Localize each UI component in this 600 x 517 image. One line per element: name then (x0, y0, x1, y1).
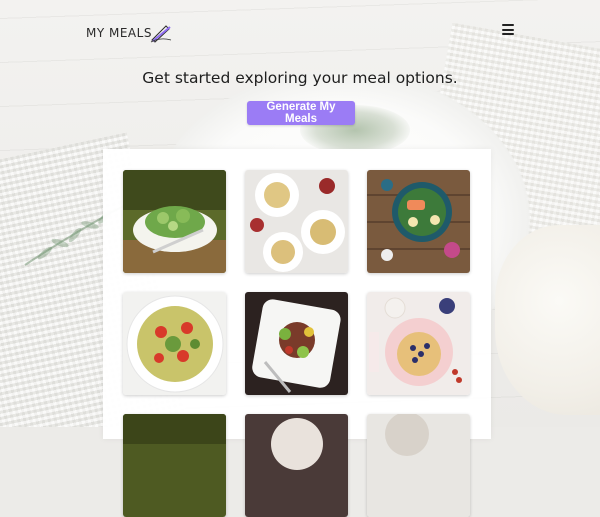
meal-image (245, 170, 348, 273)
pen-icon (150, 25, 172, 43)
meal-card-salmon-bowl[interactable] (367, 170, 470, 273)
meal-image (245, 292, 348, 395)
meal-card-7[interactable] (123, 414, 226, 517)
meal-card-bowtie-pasta[interactable] (123, 292, 226, 395)
meal-card-blueberry-pancakes[interactable] (367, 292, 470, 395)
meal-card-green-salad[interactable] (123, 170, 226, 273)
generate-meals-button[interactable]: Generate My Meals (247, 101, 355, 125)
meal-card-8[interactable] (245, 414, 348, 517)
meal-card-steak-plate[interactable] (245, 292, 348, 395)
hamburger-menu-icon[interactable] (502, 24, 514, 35)
meal-card-9[interactable] (367, 414, 470, 517)
meal-card-pasta-table[interactable] (245, 170, 348, 273)
brand-logo[interactable]: MY MEALS (86, 22, 172, 44)
page-headline: Get started exploring your meal options. (142, 69, 458, 87)
meal-image (367, 292, 470, 395)
meal-image (367, 414, 470, 517)
meal-grid (103, 149, 491, 517)
meal-image (123, 414, 226, 517)
meal-image (123, 170, 226, 273)
meal-image (245, 414, 348, 517)
meal-image (367, 170, 470, 273)
brand-name: MY MEALS (86, 26, 152, 40)
meal-image (123, 292, 226, 395)
